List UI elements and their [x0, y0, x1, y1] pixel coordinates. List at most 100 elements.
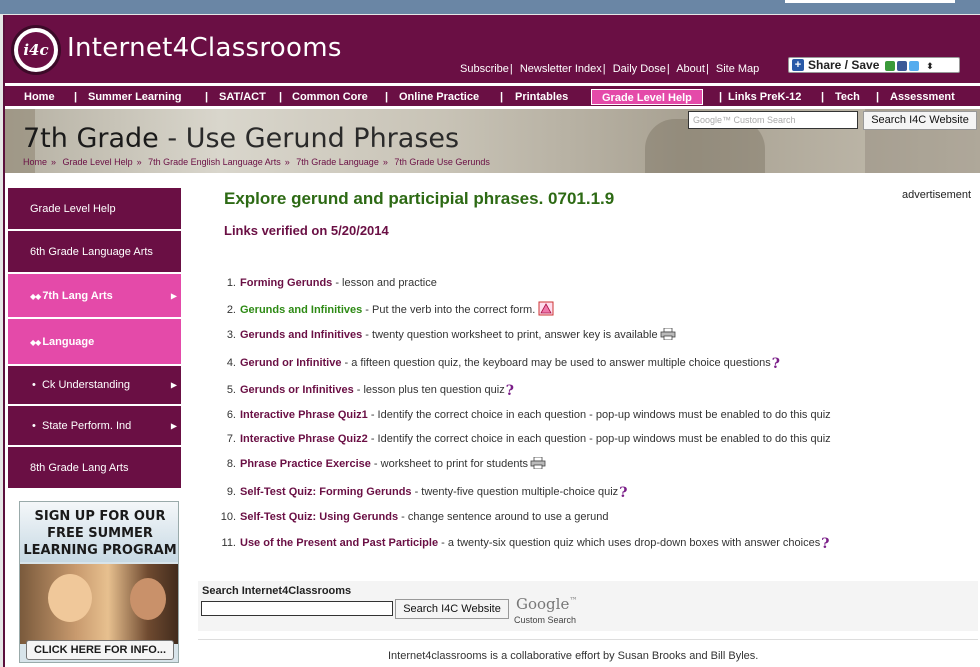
- sidebar-bullet-icon: ◆◆: [30, 291, 41, 301]
- list-item: 1. Forming Gerunds - lesson and practice: [212, 277, 437, 289]
- ad-cta-button[interactable]: CLICK HERE FOR INFO...: [26, 640, 174, 660]
- resource-link[interactable]: Gerunds and Infinitives: [240, 304, 362, 316]
- quiz-question-icon: ?: [505, 383, 514, 399]
- sidebar-item-label: Ck Understanding: [41, 379, 131, 391]
- top-link-site-map[interactable]: Site Map: [716, 63, 759, 75]
- sidebar-item-label: 8th Grade Lang Arts: [30, 461, 129, 474]
- resource-link[interactable]: Gerunds or Infinitives: [240, 384, 354, 396]
- sidebar-item-6th-grade-language-arts[interactable]: 6th Grade Language Arts: [8, 231, 181, 273]
- top-link-subscribe[interactable]: Subscribe: [460, 63, 509, 75]
- sidebar-item-label: 7th Lang Arts: [42, 289, 113, 302]
- breadcrumb-separator: »: [136, 157, 142, 167]
- nav-sat-act[interactable]: SAT/ACT: [219, 89, 266, 105]
- breadcrumb-separator: »: [284, 157, 290, 167]
- list-item: 7. Interactive Phrase Quiz2 - Identify th…: [212, 433, 831, 445]
- google-logo: Google™: [516, 595, 577, 613]
- nav-common-core[interactable]: Common Core: [292, 89, 368, 105]
- bottom-search-button[interactable]: Search I4C Website: [395, 599, 509, 619]
- standard-heading: Explore gerund and participial phrases. …: [224, 189, 615, 208]
- sidebar-item-grade-level-help[interactable]: Grade Level Help: [8, 188, 181, 230]
- resource-description: - twenty-five question multiple-choice q…: [411, 486, 619, 498]
- interactive-activity-icon: [538, 301, 554, 316]
- list-item: 6. Interactive Phrase Quiz1 - Identify th…: [212, 409, 831, 421]
- sidebar-item-label: Language: [42, 335, 95, 348]
- site-header: i4c Internet4Classrooms Subscribe| Newsl…: [5, 15, 980, 83]
- list-item-number: 8.: [226, 458, 236, 470]
- top-strip-field: [785, 0, 955, 3]
- page-frame: i4c Internet4Classrooms Subscribe | Newsl…: [3, 15, 980, 667]
- sidebar-item-label: Grade Level Help: [30, 202, 116, 215]
- ad-headline: SIGN UP FOR OUR FREE SUMMER LEARNING PRO…: [23, 509, 177, 558]
- breadcrumb-grade-level-help[interactable]: Grade Level Help: [63, 157, 133, 167]
- browser-top-strip: [0, 0, 980, 14]
- share-label: Share / Save: [808, 58, 880, 72]
- site-logo[interactable]: i4c Internet4Classrooms: [11, 25, 341, 77]
- ad-photo-child: [130, 578, 166, 620]
- resource-description: - twenty question worksheet to print, an…: [362, 329, 658, 341]
- quiz-question-icon: ?: [821, 536, 830, 552]
- share-plus-icon: +: [792, 59, 804, 71]
- nav-links-prek-12[interactable]: Links PreK-12: [728, 89, 801, 105]
- resource-description: - a twenty-six question quiz which uses …: [438, 537, 821, 549]
- resource-link[interactable]: Gerunds and Infinitives: [240, 329, 362, 341]
- list-item-number: 3.: [226, 329, 236, 341]
- breadcrumb-home[interactable]: Home: [23, 157, 47, 167]
- quiz-question-icon: ?: [619, 485, 628, 501]
- resource-link[interactable]: Interactive Phrase Quiz1: [240, 409, 368, 421]
- nav-summer-learning[interactable]: Summer Learning: [88, 89, 182, 105]
- sidebar-item-label: 6th Grade Language Arts: [30, 245, 153, 258]
- nav-printables[interactable]: Printables: [515, 89, 568, 105]
- top-link-about[interactable]: About: [676, 63, 705, 75]
- resource-link[interactable]: Phrase Practice Exercise: [240, 458, 371, 470]
- logo-text: Internet4Classrooms: [67, 33, 342, 63]
- sidebar-item-8th-grade-lang-arts[interactable]: 8th Grade Lang Arts: [8, 447, 181, 489]
- ad-photo: [20, 564, 178, 644]
- resource-description: - Identify the correct choice in each qu…: [367, 409, 831, 421]
- sidebar-bullet-icon: •: [32, 379, 36, 391]
- nav-online-practice[interactable]: Online Practice: [399, 89, 479, 105]
- resource-link[interactable]: Self-Test Quiz: Using Gerunds: [240, 511, 398, 523]
- nav-home[interactable]: Home: [24, 89, 55, 105]
- resource-description: - Put the verb into the correct form.: [362, 304, 536, 316]
- resource-description: - worksheet to print for students: [370, 458, 529, 470]
- summer-learning-ad[interactable]: SIGN UP FOR OUR FREE SUMMER LEARNING PRO…: [19, 501, 179, 663]
- top-search-button[interactable]: Search I4C Website: [863, 111, 977, 130]
- nav-assessment[interactable]: Assessment: [890, 89, 955, 105]
- nav-separator: |: [385, 91, 389, 103]
- sidebar-item-state-perform-ind[interactable]: • State Perform. Ind ▶: [8, 406, 181, 446]
- resource-link[interactable]: Gerund or Infinitive: [240, 357, 341, 369]
- breadcrumb-7th-grade-ela[interactable]: 7th Grade English Language Arts: [148, 157, 281, 167]
- resource-description: - lesson and practice: [332, 277, 437, 289]
- list-item: 4. Gerund or Infinitive - a fifteen quest…: [212, 356, 780, 372]
- breadcrumb-7th-grade-language[interactable]: 7th Grade Language: [296, 157, 379, 167]
- resource-link[interactable]: Use of the Present and Past Participle: [240, 537, 438, 549]
- printer-icon: [660, 328, 675, 340]
- chevron-right-icon: ▶: [170, 380, 177, 390]
- share-save-button[interactable]: + Share / Save ⬍: [788, 57, 960, 73]
- page-title: 7th Grade - Use Gerund Phrases: [23, 123, 459, 154]
- top-search-input[interactable]: Google™ Custom Search: [688, 111, 858, 129]
- resource-link[interactable]: Self-Test Quiz: Forming Gerunds: [240, 486, 412, 498]
- google-trademark: ™: [569, 596, 578, 605]
- page-title-grade: 7th Grade: [23, 123, 159, 154]
- list-item: 8. Phrase Practice Exercise - worksheet t…: [212, 457, 546, 470]
- sidebar-item-7th-lang-arts[interactable]: ◆◆ 7th Lang Arts ▶: [8, 274, 181, 318]
- footer: Internet4classrooms is a collaborative e…: [198, 639, 978, 667]
- nav-tech[interactable]: Tech: [835, 89, 860, 105]
- resource-description: - lesson plus ten question quiz: [353, 384, 505, 396]
- resource-link[interactable]: Interactive Phrase Quiz2: [240, 433, 368, 445]
- list-item-number: 4.: [226, 357, 236, 369]
- nav-grade-level-help[interactable]: Grade Level Help: [591, 89, 703, 105]
- quiz-question-icon: ?: [771, 356, 780, 372]
- top-link-daily-dose[interactable]: Daily Dose: [613, 63, 666, 75]
- resource-link[interactable]: Forming Gerunds: [240, 277, 332, 289]
- sidebar-item-language[interactable]: ◆◆ Language: [8, 319, 181, 365]
- logo-mark-icon: i4c: [11, 25, 61, 75]
- sidebar-item-ck-understanding[interactable]: • Ck Understanding ▶: [8, 366, 181, 405]
- bottom-search-input[interactable]: [201, 601, 393, 616]
- page-title-topic: - Use Gerund Phrases: [158, 123, 460, 154]
- nav-separator: |: [500, 91, 504, 103]
- nav-separator: |: [205, 91, 209, 103]
- nav-separator: |: [74, 91, 78, 103]
- top-link-newsletter-index[interactable]: Newsletter Index: [520, 63, 602, 75]
